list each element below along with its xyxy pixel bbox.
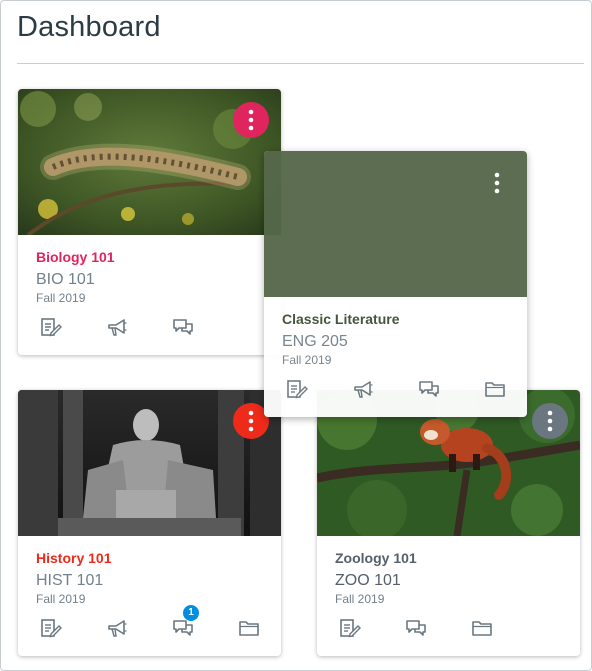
dashboard-window: Dashboard Biology 101 BIO 101 Fall 2019 … (0, 0, 592, 671)
discussions-icon (406, 620, 426, 636)
course-name[interactable]: History 101 (36, 550, 263, 566)
course-name[interactable]: Classic Literature (282, 311, 509, 327)
assignments-button[interactable] (337, 616, 363, 640)
files-icon (485, 382, 505, 397)
course-term: Fall 2019 (36, 291, 86, 305)
assignments-icon (41, 318, 62, 337)
course-code: ZOO 101 (335, 572, 401, 589)
page-title: Dashboard (17, 11, 161, 43)
course-code: HIST 101 (36, 572, 104, 589)
announcements-button[interactable] (104, 315, 130, 339)
discussions-icon (173, 620, 193, 636)
announcements-icon (108, 319, 127, 336)
title-divider (17, 63, 584, 64)
course-term: Fall 2019 (335, 592, 385, 606)
card-options-button[interactable] (532, 403, 568, 439)
course-card-zoology[interactable]: Zoology 101 ZOO 101 Fall 2019 (317, 390, 580, 656)
discussions-button[interactable]: 1 (170, 605, 199, 640)
course-name[interactable]: Zoology 101 (335, 550, 562, 566)
files-icon (239, 621, 259, 636)
more-options-icon (494, 172, 500, 194)
discussions-button[interactable] (170, 315, 196, 339)
announcements-button[interactable] (104, 616, 130, 640)
discussions-icon (419, 381, 439, 397)
course-term: Fall 2019 (36, 592, 86, 606)
files-button[interactable] (469, 616, 495, 640)
course-code: ENG 205 (282, 333, 348, 350)
assignments-button[interactable] (38, 315, 64, 339)
discussions-button[interactable] (416, 377, 442, 401)
discussions-icon (173, 319, 193, 335)
assignments-icon (287, 380, 308, 399)
announcements-button[interactable] (350, 377, 376, 401)
assignments-icon (41, 619, 62, 638)
announcements-icon (354, 381, 373, 398)
course-card-history[interactable]: History 101 HIST 101 Fall 2019 1 (18, 390, 281, 656)
files-button[interactable] (482, 377, 508, 401)
course-card-biology[interactable]: Biology 101 BIO 101 Fall 2019 (18, 89, 281, 355)
course-name[interactable]: Biology 101 (36, 249, 263, 265)
unread-discussions-badge: 1 (183, 605, 199, 621)
assignments-button[interactable] (284, 377, 310, 401)
card-options-button[interactable] (233, 102, 269, 138)
assignments-icon (340, 619, 361, 638)
more-options-icon (248, 410, 254, 432)
announcements-icon (108, 620, 127, 637)
assignments-button[interactable] (38, 616, 64, 640)
course-card-literature-dragging[interactable]: Classic Literature ENG 205 Fall 2019 (264, 151, 527, 417)
more-options-icon (547, 410, 553, 432)
files-icon (472, 621, 492, 636)
discussions-button[interactable] (403, 616, 429, 640)
card-options-button[interactable] (479, 165, 515, 201)
course-term: Fall 2019 (282, 353, 332, 367)
more-options-icon (248, 109, 254, 131)
course-code: BIO 101 (36, 271, 95, 288)
files-button[interactable] (236, 616, 262, 640)
